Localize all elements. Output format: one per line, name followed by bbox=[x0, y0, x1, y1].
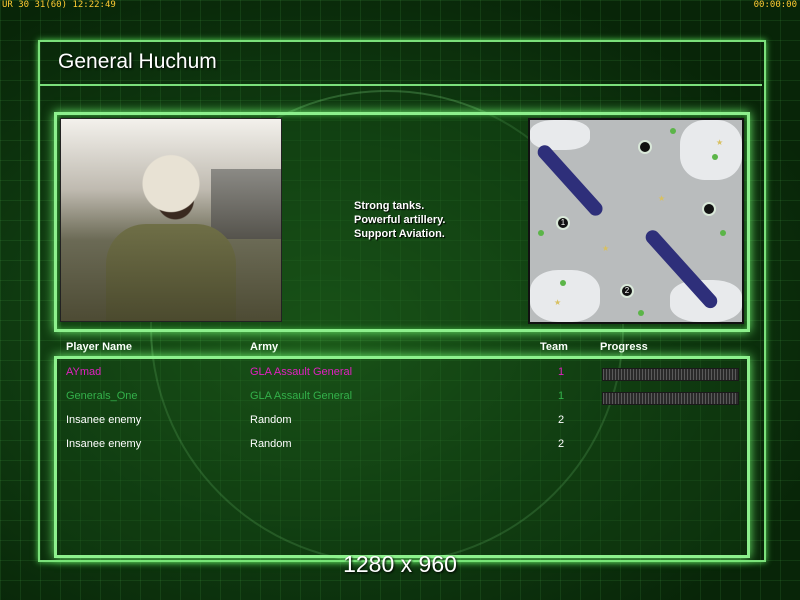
hud-timer: 00:00:00 bbox=[753, 0, 797, 10]
player-army: GLA Assault General bbox=[250, 390, 353, 402]
minimap-preview: 1 2 ★ ★ ★ ★ bbox=[528, 118, 744, 324]
general-body-image bbox=[106, 224, 236, 321]
column-header-army: Army bbox=[250, 341, 279, 353]
start-position-marker: 1 bbox=[556, 216, 570, 230]
star-icon: ★ bbox=[716, 138, 724, 147]
tree-icon bbox=[538, 230, 544, 236]
player-team: 2 bbox=[558, 438, 565, 450]
start-position-marker bbox=[702, 202, 716, 216]
star-icon: ★ bbox=[554, 298, 562, 307]
snow-area bbox=[530, 120, 590, 150]
player-army: GLA Assault General bbox=[250, 366, 353, 378]
tree-icon bbox=[720, 230, 726, 236]
star-icon: ★ bbox=[602, 244, 610, 253]
player-row: Generals_One GLA Assault General 1 bbox=[0, 390, 800, 406]
general-description: Strong tanks. Powerful artillery. Suppor… bbox=[354, 199, 446, 241]
general-name: General Huchum bbox=[58, 50, 217, 73]
player-name: Generals_One bbox=[66, 390, 138, 402]
player-list-panel bbox=[54, 356, 750, 558]
progress-bar bbox=[602, 368, 739, 381]
resolution-label: 1280 x 960 bbox=[343, 551, 457, 577]
player-row: Insanee enemy Random 2 bbox=[0, 438, 800, 454]
description-line: Strong tanks. bbox=[354, 200, 425, 212]
tree-icon bbox=[670, 128, 676, 134]
tank-background-image bbox=[211, 169, 281, 239]
column-header-team: Team bbox=[540, 341, 568, 353]
river bbox=[534, 142, 606, 219]
start-position-marker: 2 bbox=[620, 284, 634, 298]
player-army: Random bbox=[250, 414, 292, 426]
player-team: 1 bbox=[558, 390, 565, 402]
player-team: 1 bbox=[558, 366, 565, 378]
general-portrait bbox=[60, 118, 282, 322]
player-name: Insanee enemy bbox=[66, 438, 142, 450]
column-header-player-name: Player Name bbox=[66, 341, 133, 353]
player-name: AYmad bbox=[66, 366, 102, 378]
star-icon: ★ bbox=[658, 194, 666, 203]
snow-area bbox=[680, 120, 742, 180]
description-line: Support Aviation. bbox=[354, 228, 445, 240]
column-header-progress: Progress bbox=[600, 341, 648, 353]
player-name: Insanee enemy bbox=[66, 414, 142, 426]
player-team: 2 bbox=[558, 414, 565, 426]
tree-icon bbox=[560, 280, 566, 286]
description-line: Powerful artillery. bbox=[354, 214, 446, 226]
snow-area bbox=[530, 270, 600, 322]
progress-bar bbox=[602, 392, 739, 405]
player-row: Insanee enemy Random 2 bbox=[0, 414, 800, 430]
hud-stats: UR 30 31(60) 12:22:49 bbox=[2, 0, 116, 10]
tree-icon bbox=[638, 310, 644, 316]
player-army: Random bbox=[250, 438, 292, 450]
start-position-marker bbox=[638, 140, 652, 154]
player-row: AYmad GLA Assault General 1 bbox=[0, 366, 800, 382]
tree-icon bbox=[712, 154, 718, 160]
